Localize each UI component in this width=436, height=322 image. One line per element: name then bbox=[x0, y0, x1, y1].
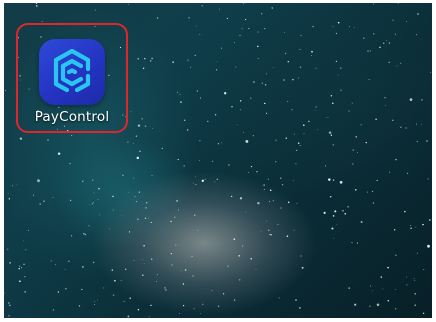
home-screen-wallpaper: PayControl bbox=[4, 3, 432, 318]
paycontrol-logo-icon[interactable] bbox=[39, 39, 105, 105]
screenshot-frame: PayControl bbox=[0, 0, 436, 322]
app-shortcut-paycontrol[interactable]: PayControl bbox=[16, 23, 128, 133]
app-label-paycontrol[interactable]: PayControl bbox=[18, 109, 126, 125]
